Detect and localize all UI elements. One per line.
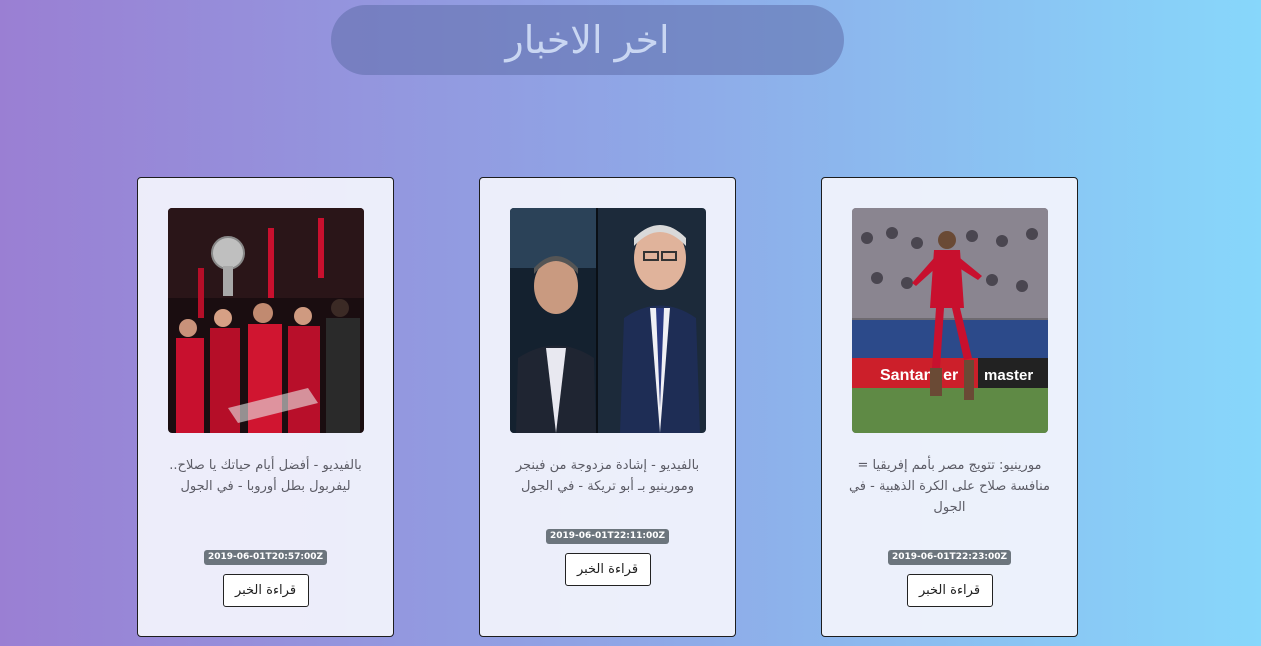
news-headline: بالفيديو - أفضل أيام حياتك يا صلاح.. ليف… [169,458,362,494]
news-image-salah-running[interactable]: Santander master [852,208,1048,433]
wenger-mourinho-photo [510,208,706,433]
page-title-pill: اخر الاخبار [331,5,844,75]
news-image-wenger-mourinho[interactable] [510,208,706,433]
news-headline: مورينيو: تتويج مصر بأمم إفريقيا = منافسة… [848,458,1051,515]
news-card: بالفيديو - إشادة مزدوجة من فينجر وموريني… [479,177,736,637]
news-date-badge: 2019-06-01T20:57:00Z [138,544,393,565]
news-date-badge: 2019-06-01T22:11:00Z [480,523,735,544]
liverpool-celebration-photo [168,208,364,433]
read-news-button[interactable]: قراءة الخبر [564,553,651,586]
page-title: اخر الاخبار [505,18,670,62]
ad-board-text-2: master [984,367,1033,384]
salah-running-photo: Santander master [852,208,1048,433]
news-card: Santander master مورينيو: تتويج مصر بأمم… [821,177,1078,637]
news-date-badge: 2019-06-01T22:23:00Z [822,544,1077,565]
news-date: 2019-06-01T22:23:00Z [887,550,1011,565]
read-news-button[interactable]: قراءة الخبر [222,574,309,607]
news-headline: بالفيديو - إشادة مزدوجة من فينجر وموريني… [515,458,700,494]
ad-board-text: Santander [880,367,958,384]
news-image-liverpool-celebration[interactable] [168,208,364,433]
news-date: 2019-06-01T20:57:00Z [203,550,327,565]
news-card: بالفيديو - أفضل أيام حياتك يا صلاح.. ليف… [137,177,394,637]
read-news-button[interactable]: قراءة الخبر [906,574,993,607]
news-date: 2019-06-01T22:11:00Z [545,529,669,544]
